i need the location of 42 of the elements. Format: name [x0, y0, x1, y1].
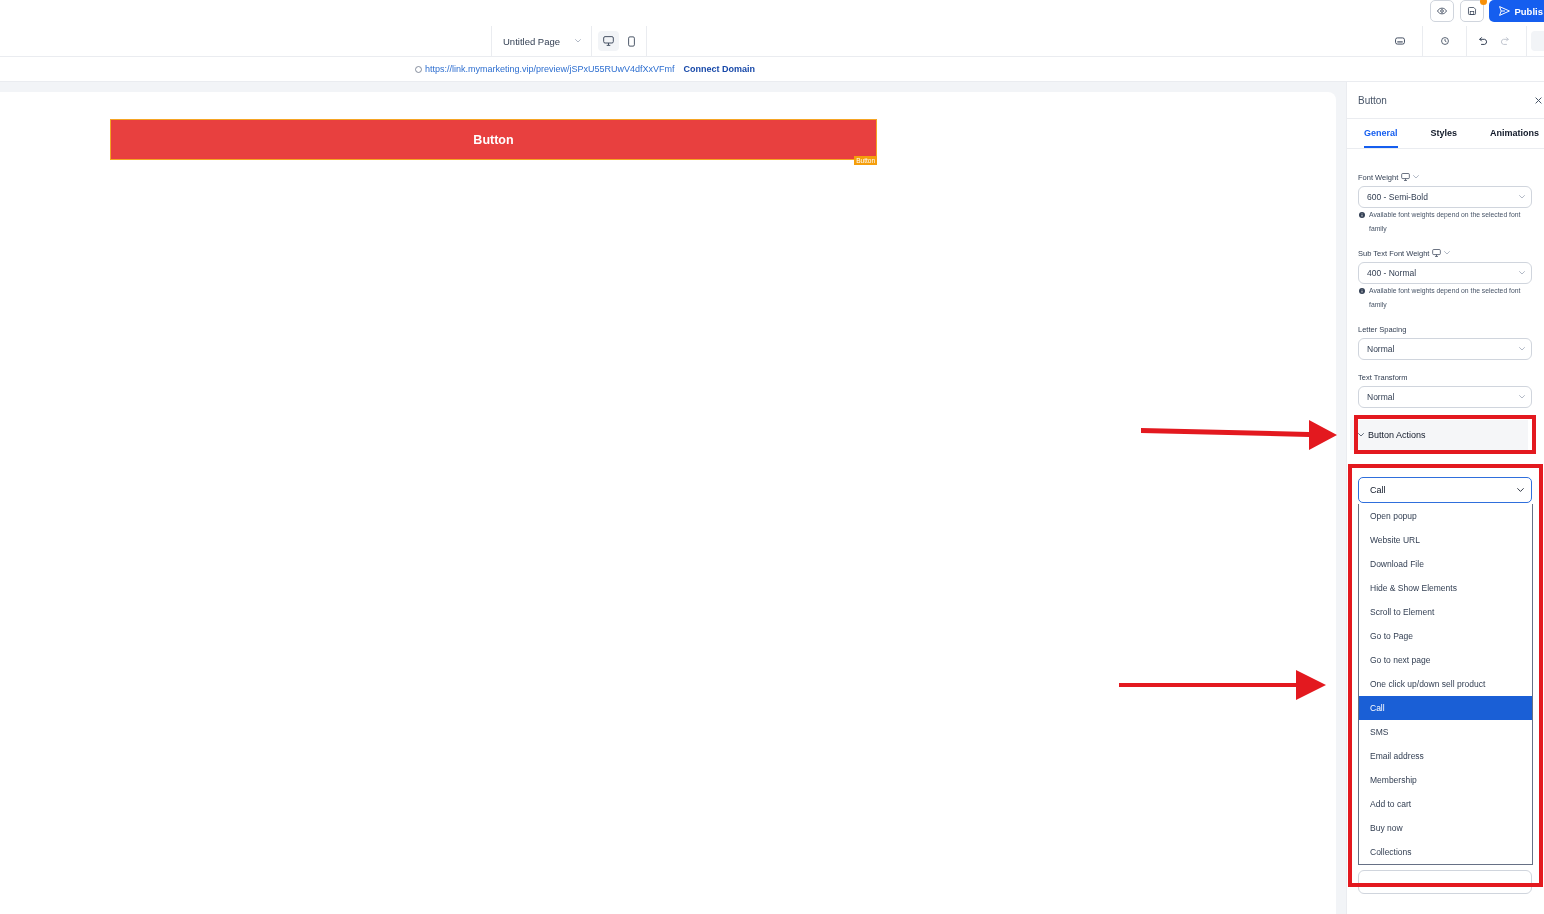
tab[interactable]: General: [1364, 119, 1398, 148]
tab[interactable]: Styles: [1430, 119, 1458, 148]
preview-link[interactable]: https://link.mymarketing.vip/preview/jSPxU55RUwV4dfXxVFmf: [425, 64, 675, 74]
status-circle-icon: [415, 65, 422, 73]
preview-button[interactable]: [1430, 0, 1455, 22]
dropdown-option[interactable]: Call: [1359, 696, 1532, 720]
chevron-down-icon: [575, 39, 581, 43]
info-icon: [1359, 288, 1365, 294]
monitor-icon[interactable]: [1432, 249, 1442, 257]
paper-plane-icon: [1499, 6, 1511, 16]
section-header[interactable]: Button Actions: [1350, 420, 1528, 450]
close-icon[interactable]: [1535, 96, 1542, 104]
select-field[interactable]: 600 - Semi-Bold: [1358, 186, 1532, 208]
icon-select-field[interactable]: [1358, 870, 1532, 894]
chevron-down-icon: [1519, 195, 1525, 199]
chevron-down-icon: [1519, 347, 1525, 351]
tab[interactable]: Animations: [1490, 119, 1540, 148]
clock-icon: [1439, 37, 1450, 45]
eye-icon: [1437, 7, 1448, 15]
chevron-down-icon: [1358, 433, 1364, 437]
chevron-down-icon: [1517, 488, 1524, 492]
info-icon: [1359, 212, 1365, 218]
save-button[interactable]: [1460, 0, 1485, 22]
select-field[interactable]: Normal: [1358, 338, 1532, 360]
select-field[interactable]: 400 - Normal: [1358, 262, 1532, 284]
card-icon: [1395, 37, 1405, 45]
monitor-icon[interactable]: [1401, 173, 1411, 181]
page-selector[interactable]: Untitled Page: [491, 26, 592, 56]
monitor-icon: [603, 36, 614, 46]
publish-button[interactable]: Publis: [1489, 0, 1544, 22]
chevron-down-icon: [1519, 271, 1525, 275]
redo-icon: [1499, 37, 1509, 45]
chevron-down-icon: [1444, 251, 1451, 255]
chevron-down-icon: [1413, 175, 1420, 179]
panel-title: Button: [1358, 94, 1387, 106]
device-toggle[interactable]: [598, 31, 619, 51]
select-field[interactable]: Normal: [1358, 386, 1532, 408]
chevron-down-icon: [1519, 395, 1525, 399]
link-to-select[interactable]: Call: [1358, 477, 1532, 503]
undo-icon: [1478, 37, 1488, 45]
connect-domain-link[interactable]: Connect Domain: [683, 64, 756, 74]
phone-icon: [628, 35, 635, 47]
